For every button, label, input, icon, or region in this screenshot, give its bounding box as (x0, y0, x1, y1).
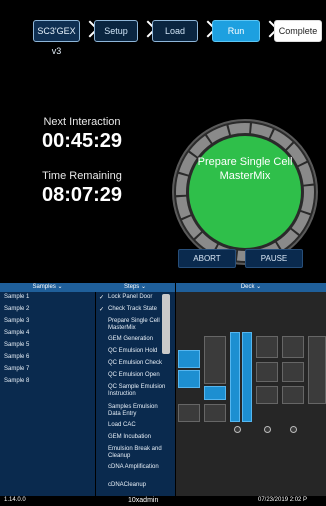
deck-slot[interactable] (178, 350, 200, 368)
step-item[interactable]: Lock Panel Door (108, 294, 170, 301)
status-bar: 1.14.0.0 10xadmin 07/23/2019 2:02 P (0, 496, 326, 506)
deck-slot[interactable] (204, 404, 226, 422)
step-item[interactable]: Samples Emulsion Data Entry (108, 404, 170, 418)
steps-panel-header[interactable]: Steps ⌄ (95, 283, 175, 292)
next-interaction-label: Next Interaction (43, 116, 121, 128)
workflow-step-setup[interactable]: Setup (94, 20, 138, 42)
step-item[interactable]: Load CAC (108, 422, 170, 429)
deck-slot[interactable] (282, 362, 304, 382)
checkmark-icon: ✓ (99, 295, 105, 301)
next-interaction-timer: 00:45:29 (41, 130, 123, 152)
samples-panel-header[interactable]: Samples ⌄ (0, 283, 95, 292)
step-item[interactable]: Emulsion Break and Cleanup (108, 446, 170, 460)
deck-slot[interactable] (204, 386, 226, 400)
sample-item[interactable]: Sample 2 (4, 306, 29, 312)
step-item[interactable]: QC Sample Emulsion Instruction (108, 384, 170, 398)
sample-item[interactable]: Sample 4 (4, 330, 29, 336)
step-item[interactable]: QC Emulsion Hold (108, 348, 170, 355)
current-action-label: Prepare Single Cell MasterMix (197, 156, 293, 182)
samples-panel: Sample 1 Sample 2 Sample 3 Sample 4 Samp… (0, 292, 95, 502)
pause-button[interactable]: PAUSE (245, 249, 303, 268)
sample-item[interactable]: Sample 6 (4, 354, 29, 360)
step-item[interactable]: QC Emulsion Check (108, 360, 170, 367)
step-item[interactable]: Check Track State (108, 306, 170, 313)
version-label: 1.14.0.0 (4, 497, 26, 503)
chevron-right-icon (264, 22, 272, 38)
user-label: 10xadmin (128, 497, 159, 504)
step-item[interactable]: QC Emulsion Open (108, 372, 170, 379)
sample-item[interactable]: Sample 7 (4, 366, 29, 372)
chevron-right-icon (202, 22, 210, 38)
sample-item[interactable]: Sample 3 (4, 318, 29, 324)
run-area: Next Interaction 00:45:29 Time Remaining… (0, 60, 326, 282)
chevron-right-icon (84, 22, 92, 38)
datetime-label: 07/23/2019 2:02 P (258, 497, 308, 503)
workflow-bar: SC3'GEX v3 Setup Load Run Complete (0, 0, 326, 60)
time-remaining-label: Time Remaining (42, 170, 122, 182)
deck-slot[interactable] (282, 336, 304, 358)
steps-scrollbar[interactable] (162, 294, 170, 354)
deck-slot[interactable] (308, 336, 326, 404)
step-item[interactable]: cDNA Amplification (108, 464, 170, 471)
step-item[interactable]: cDNACleanup (108, 482, 170, 489)
step-item[interactable]: Prepare Single Cell MasterMix (108, 318, 170, 332)
abort-button[interactable]: ABORT (178, 249, 236, 268)
deck-slot[interactable] (256, 362, 278, 382)
progress-ring (172, 119, 318, 265)
sample-item[interactable]: Sample 1 (4, 294, 29, 300)
deck-panel-header[interactable]: Deck ⌄ (176, 283, 326, 292)
sample-item[interactable]: Sample 8 (4, 378, 29, 384)
chevron-right-icon (142, 22, 150, 38)
step-item[interactable]: GEM Generation (108, 336, 170, 343)
time-remaining-timer: 08:07:29 (41, 184, 123, 206)
deck-slot[interactable] (204, 336, 226, 384)
deck-slot[interactable] (230, 332, 240, 422)
deck-position-marker (234, 426, 241, 433)
deck-slot[interactable] (256, 386, 278, 404)
deck-position-marker (290, 426, 297, 433)
deck-position-marker (264, 426, 271, 433)
step-item[interactable]: GEM Incubation (108, 434, 170, 441)
deck-slot[interactable] (178, 404, 200, 422)
workflow-step-protocol[interactable]: SC3'GEX v3 (33, 20, 80, 56)
sample-item[interactable]: Sample 5 (4, 342, 29, 348)
workflow-step-complete[interactable]: Complete (274, 20, 322, 42)
workflow-step-run[interactable]: Run (212, 20, 260, 42)
checkmark-icon: ✓ (99, 307, 105, 313)
deck-slot[interactable] (282, 386, 304, 404)
deck-panel (176, 292, 326, 502)
deck-slot[interactable] (256, 336, 278, 358)
deck-slot[interactable] (242, 332, 252, 422)
workflow-step-load[interactable]: Load (152, 20, 198, 42)
deck-slot[interactable] (178, 370, 200, 388)
